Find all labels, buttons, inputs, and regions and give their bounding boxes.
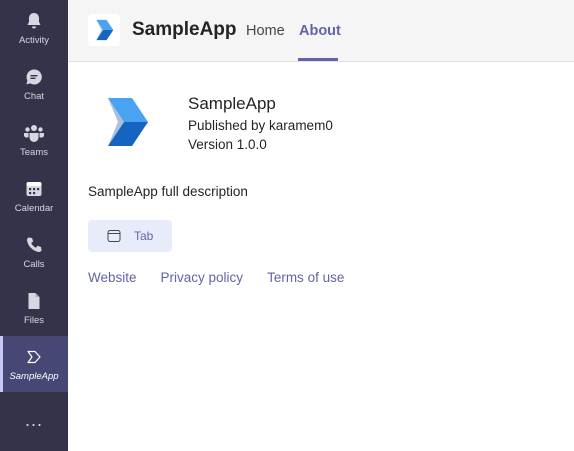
rail-item-calendar[interactable]: Calendar — [0, 168, 68, 224]
rail-item-label: SampleApp — [9, 371, 59, 382]
rail-item-files[interactable]: Files — [0, 280, 68, 336]
app-logo-icon — [88, 14, 120, 46]
app-header: SampleApp Home About — [68, 0, 574, 62]
selected-tab-indicator — [298, 58, 338, 61]
calendar-icon — [23, 178, 45, 200]
file-icon — [23, 290, 45, 312]
rail-item-label: Calls — [23, 259, 45, 270]
tab-about[interactable]: About — [299, 23, 341, 39]
about-links: Website Privacy policy Terms of use — [88, 270, 368, 285]
terms-of-use-link[interactable]: Terms of use — [267, 270, 344, 285]
app-title: SampleApp — [132, 19, 237, 40]
app-name: SampleApp — [188, 94, 276, 113]
rail-item-label: Files — [23, 315, 45, 326]
capability-label: Tab — [134, 229, 154, 243]
sampleapp-icon — [23, 346, 45, 368]
phone-icon — [23, 234, 45, 256]
app-description: SampleApp full description — [88, 184, 248, 199]
website-link[interactable]: Website — [88, 270, 137, 285]
rail-item-label: Chat — [23, 91, 45, 102]
rail-item-label: Calendar — [14, 203, 54, 214]
capability-tab-chip[interactable]: Tab — [88, 220, 172, 252]
privacy-policy-link[interactable]: Privacy policy — [161, 270, 244, 285]
app-version: Version 1.0.0 — [188, 137, 267, 152]
teams-icon — [23, 122, 45, 144]
app-publisher: Published by karamem0 — [188, 118, 333, 133]
tab-window-icon — [107, 229, 121, 243]
rail-item-sampleapp[interactable]: SampleApp — [0, 336, 68, 392]
rail-item-label: Teams — [20, 147, 48, 158]
rail-item-activity[interactable]: Activity — [0, 0, 68, 56]
rail-item-chat[interactable]: Chat — [0, 56, 68, 112]
about-panel: SampleApp Published by karamem0 Version … — [68, 62, 574, 451]
rail-item-teams[interactable]: Teams — [0, 112, 68, 168]
more-apps-button[interactable]: ... — [0, 400, 68, 440]
app-logo-large-icon — [106, 96, 150, 148]
bell-icon — [23, 10, 45, 32]
tab-home[interactable]: Home — [246, 23, 285, 39]
rail-item-label: Activity — [18, 35, 50, 46]
app-rail: Activity Chat Teams Calendar Calls Files — [0, 0, 68, 451]
chat-icon — [23, 66, 45, 88]
rail-item-calls[interactable]: Calls — [0, 224, 68, 280]
